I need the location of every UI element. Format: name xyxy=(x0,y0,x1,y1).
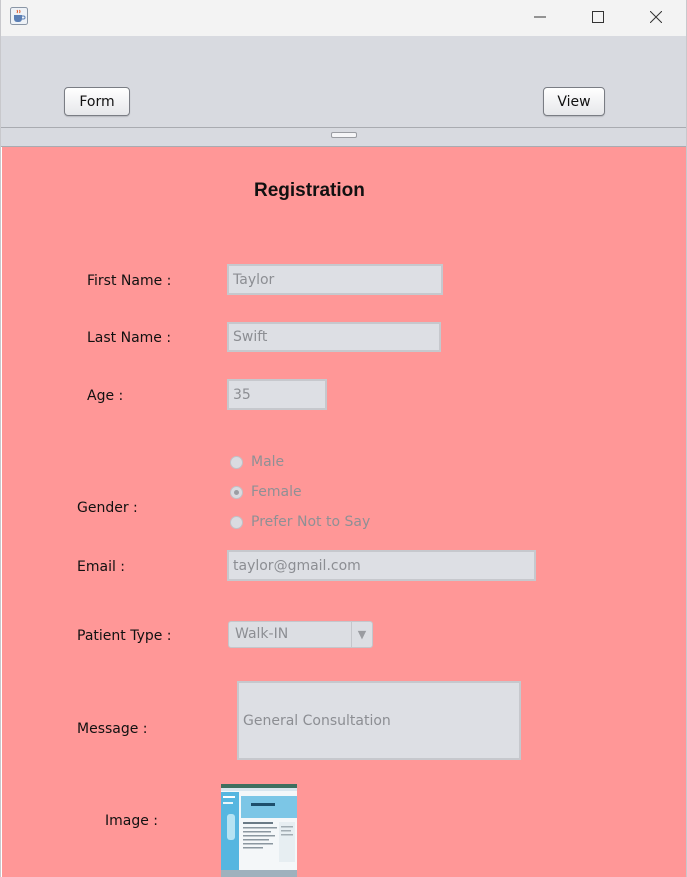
age-field[interactable]: 35 xyxy=(227,379,327,410)
minimize-button[interactable] xyxy=(517,0,563,34)
image-label: Image : xyxy=(105,813,159,829)
divider-grip-icon[interactable] xyxy=(331,132,357,138)
gender-option-label: Male xyxy=(251,454,285,470)
maximize-button[interactable] xyxy=(575,0,621,34)
uploaded-image-thumbnail xyxy=(221,784,297,877)
gender-radio-prefer-not-to-say[interactable]: Prefer Not to Say xyxy=(230,514,370,530)
view-button[interactable]: View xyxy=(543,87,605,116)
radio-button-icon xyxy=(230,515,243,529)
gender-option-label: Prefer Not to Say xyxy=(251,514,371,530)
title-bar xyxy=(1,0,686,36)
message-label: Message : xyxy=(77,721,148,737)
patient-type-dropdown[interactable]: Walk-IN ▼ xyxy=(228,621,373,648)
radio-button-selected-icon xyxy=(230,485,243,499)
toolbar: Form View xyxy=(1,36,686,128)
last-name-label: Last Name : xyxy=(87,330,172,346)
gender-radio-female[interactable]: Female xyxy=(230,484,302,500)
split-pane-divider[interactable] xyxy=(1,127,686,147)
email-field[interactable]: taylor@gmail.com xyxy=(227,550,536,581)
chevron-down-icon[interactable]: ▼ xyxy=(351,622,372,647)
last-name-field[interactable]: Swift xyxy=(227,322,441,352)
message-textarea[interactable]: General Consultation xyxy=(237,681,521,760)
maximize-icon xyxy=(592,11,604,23)
page-title: Registration xyxy=(254,180,365,201)
radio-button-icon xyxy=(230,455,243,469)
form-button[interactable]: Form xyxy=(64,87,130,116)
gender-label: Gender : xyxy=(77,500,138,516)
first-name-field[interactable]: Taylor xyxy=(227,264,443,295)
java-cup-icon xyxy=(10,7,28,25)
gender-option-label: Female xyxy=(251,484,302,500)
email-label: Email : xyxy=(77,559,126,575)
first-name-label: First Name : xyxy=(87,273,172,289)
gender-radio-male[interactable]: Male xyxy=(230,454,284,470)
document-preview-icon xyxy=(221,784,297,877)
close-button[interactable] xyxy=(633,0,679,34)
age-label: Age : xyxy=(87,388,124,404)
application-window: Form View Registration First Name : Tayl… xyxy=(0,0,687,877)
minimize-icon xyxy=(534,16,546,18)
patient-type-label: Patient Type : xyxy=(77,628,172,644)
close-icon xyxy=(650,11,662,23)
patient-type-value: Walk-IN xyxy=(235,626,289,642)
